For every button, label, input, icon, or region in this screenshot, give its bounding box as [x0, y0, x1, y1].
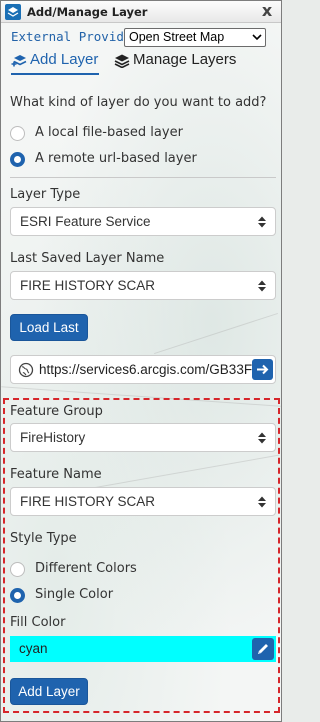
feature-name-value: FIRE HISTORY SCAR: [20, 494, 156, 509]
add-manage-layer-panel: Add/Manage Layer x External Provider: Op…: [0, 0, 282, 722]
layer-type-label: Layer Type: [10, 187, 81, 202]
feature-name-label: Feature Name: [10, 467, 102, 482]
map-line: [154, 312, 278, 355]
chevron-down-icon: [252, 34, 262, 41]
edit-color-button[interactable]: [252, 638, 274, 660]
pencil-icon: [258, 644, 268, 654]
last-saved-value: FIRE HISTORY SCAR: [20, 278, 156, 293]
layers-icon: [114, 54, 130, 68]
select-arrows-icon: [258, 280, 266, 292]
radio-local-file-label: A local file-based layer: [35, 125, 183, 140]
add-layer-button[interactable]: Add Layer: [10, 678, 88, 705]
fill-color-field[interactable]: cyan: [10, 636, 276, 662]
go-button[interactable]: [252, 359, 273, 380]
provider-select[interactable]: Open Street Map: [124, 28, 266, 47]
radio-button-selected[interactable]: [10, 588, 25, 603]
url-input[interactable]: https://services6.arcgis.com/GB33F62SbDx…: [10, 355, 276, 384]
last-saved-select[interactable]: FIRE HISTORY SCAR: [10, 271, 276, 300]
feature-group-label: Feature Group: [10, 404, 103, 419]
radio-different-colors-label: Different Colors: [35, 561, 137, 576]
fill-color-label: Fill Color: [10, 615, 66, 630]
radio-button[interactable]: [10, 126, 25, 141]
url-value: https://services6.arcgis.com/GB33F62SbDx…: [39, 362, 253, 377]
close-button[interactable]: x: [259, 3, 275, 19]
radio-button-selected[interactable]: [10, 152, 25, 167]
tab-add-layer-label: Add Layer: [30, 51, 99, 68]
globe-icon: [18, 362, 34, 378]
add-layer-icon: [11, 55, 27, 67]
active-tab-indicator: [11, 73, 99, 75]
layer-type-select[interactable]: ESRI Feature Service: [10, 207, 276, 236]
window-title: Add/Manage Layer: [27, 5, 148, 19]
fill-color-value: cyan: [19, 641, 48, 656]
provider-select-value: Open Street Map: [129, 30, 225, 44]
select-arrows-icon: [258, 432, 266, 444]
load-last-button[interactable]: Load Last: [10, 314, 88, 341]
last-saved-label: Last Saved Layer Name: [10, 251, 165, 266]
radio-button[interactable]: [10, 562, 25, 577]
style-type-label: Style Type: [10, 531, 77, 546]
feature-name-select[interactable]: FIRE HISTORY SCAR: [10, 487, 276, 516]
radio-remote-url-label: A remote url-based layer: [35, 151, 197, 166]
feature-group-select[interactable]: FireHistory: [10, 423, 276, 452]
divider: [10, 177, 276, 178]
layer-type-value: ESRI Feature Service: [20, 214, 151, 229]
select-arrows-icon: [258, 216, 266, 228]
title-bar[interactable]: Add/Manage Layer x: [1, 1, 281, 23]
app-icon: [5, 4, 21, 20]
select-arrows-icon: [258, 496, 266, 508]
tab-manage-layers-label: Manage Layers: [133, 51, 237, 68]
radio-single-color-label: Single Color: [35, 587, 114, 602]
layer-kind-question: What kind of layer do you want to add?: [10, 95, 267, 110]
arrow-right-icon: [257, 364, 269, 375]
feature-group-value: FireHistory: [20, 430, 86, 445]
